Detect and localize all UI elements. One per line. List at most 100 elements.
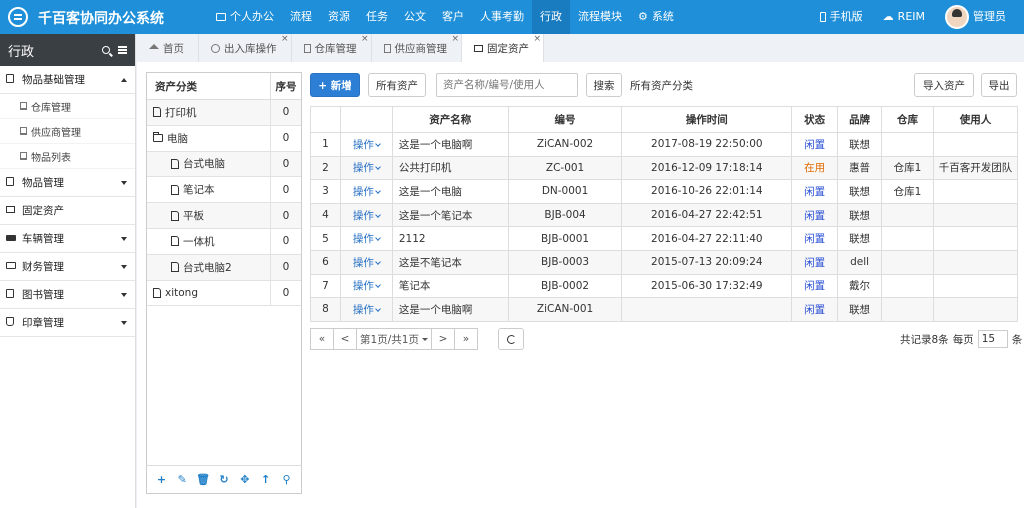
last-page-button[interactable]: » xyxy=(454,328,478,350)
nav-item-3[interactable]: 任务 xyxy=(358,0,396,34)
tab-2[interactable]: 仓库管理 × xyxy=(292,34,372,62)
reim-button[interactable]: ☁ REIM xyxy=(873,0,935,34)
status-badge: 闲置 xyxy=(791,132,839,157)
column-header-2: 资产名称 xyxy=(391,106,509,133)
nav-item-4[interactable]: 公文 xyxy=(396,0,434,34)
tree-row[interactable]: 一体机 0 xyxy=(147,228,301,255)
sidebar-item-0-0[interactable]: 仓库管理 xyxy=(0,94,135,119)
tree-header-name: 资产分类 xyxy=(147,73,271,99)
tree-row[interactable]: 打印机 0 xyxy=(147,100,301,126)
table-row: 2 操作 公共打印机 ZC-001 2016-12-09 17:18:14 在用 惠普 仓库1… xyxy=(310,155,1019,181)
search-input[interactable] xyxy=(436,73,578,97)
main-content: 资产分类 序号 打印机 0 电脑 0 台式电脑 0 笔记本 0 平板 0 一体机 0 台式电脑2 0 xit… xyxy=(137,62,1024,508)
operation-dropdown[interactable]: 操作 xyxy=(353,139,381,151)
nav-item-9[interactable]: ⚙ 系统 xyxy=(630,0,682,34)
bookmark-icon xyxy=(20,127,27,135)
sidebar-group-4[interactable]: 财务管理 xyxy=(0,253,135,281)
status-badge: 闲置 xyxy=(791,273,839,299)
operation-label: 操作 xyxy=(352,280,374,293)
nav-item-1[interactable]: 流程 xyxy=(282,0,320,34)
operation-dropdown[interactable]: 操作 xyxy=(353,162,381,174)
refresh-button[interactable] xyxy=(498,328,524,350)
move-icon[interactable]: ✥ xyxy=(238,473,252,486)
sidebar-group-label: 固定资产 xyxy=(22,205,64,217)
app-title: 千百客协同办公系统 xyxy=(38,11,164,27)
delete-icon[interactable]: 🗑 xyxy=(196,473,210,486)
user-name: 管理员 xyxy=(973,10,1006,23)
tree-row[interactable]: 电脑 0 xyxy=(147,125,301,152)
tree-row[interactable]: 台式电脑2 0 xyxy=(147,254,301,281)
tab-3[interactable]: 供应商管理 × xyxy=(372,34,462,62)
first-page-button[interactable]: « xyxy=(310,328,334,350)
tab-label: 出入库操作 xyxy=(224,42,277,55)
search-icon[interactable] xyxy=(102,46,110,54)
tree-row[interactable]: 平板 0 xyxy=(147,203,301,229)
sidebar-group-2[interactable]: 固定资产 xyxy=(0,197,135,225)
sidebar-item-0-1[interactable]: 供应商管理 xyxy=(0,119,135,144)
row-number: 4 xyxy=(310,202,341,228)
refresh-icon[interactable]: ↻ xyxy=(217,473,231,486)
nav-item-0[interactable]: 个人办公 xyxy=(208,0,282,34)
operation-dropdown[interactable]: 操作 xyxy=(353,304,381,316)
tab-1[interactable]: 出入库操作 × xyxy=(199,34,292,62)
export-button[interactable]: 导出 xyxy=(981,73,1017,97)
add-asset-button[interactable]: + 新增 xyxy=(310,73,360,97)
nav-item-8[interactable]: 流程模块 xyxy=(570,0,630,34)
next-page-button[interactable]: > xyxy=(431,328,455,350)
tree-row[interactable]: xitong 0 xyxy=(147,280,301,307)
nav-item-5[interactable]: 客户 xyxy=(434,0,472,34)
sidebar-group-0[interactable]: 物品基础管理 xyxy=(0,66,135,94)
operation-dropdown[interactable]: 操作 xyxy=(353,210,381,222)
close-icon[interactable]: × xyxy=(281,34,289,44)
asset-name: 这是一个笔记本 xyxy=(391,202,509,228)
chevron-down-icon xyxy=(375,211,381,218)
search-button[interactable]: 搜索 xyxy=(586,73,622,97)
sidebar-group-5[interactable]: 图书管理 xyxy=(0,281,135,309)
search-icon[interactable]: ⚲ xyxy=(279,473,293,486)
tree-row[interactable]: 笔记本 0 xyxy=(147,177,301,204)
operation-dropdown[interactable]: 操作 xyxy=(353,233,381,245)
stamp-icon xyxy=(6,316,16,329)
nav-item-7[interactable]: 行政 xyxy=(532,0,570,34)
edit-icon[interactable]: ✎ xyxy=(175,473,189,486)
sidebar-group-label: 财务管理 xyxy=(22,261,64,273)
caret-down-icon xyxy=(421,337,428,341)
operation-dropdown[interactable]: 操作 xyxy=(353,186,381,198)
close-icon[interactable]: × xyxy=(361,34,369,44)
sidebar-group-1[interactable]: 物品管理 xyxy=(0,169,135,197)
user-menu[interactable]: 管理员 xyxy=(935,0,1016,34)
menu-icon[interactable] xyxy=(118,49,127,51)
bookmark-icon xyxy=(20,152,27,160)
mobile-icon xyxy=(819,12,826,22)
page-size-input[interactable]: 15 xyxy=(977,330,1008,348)
asset-code: DN-0001 xyxy=(507,179,623,204)
close-icon[interactable]: × xyxy=(451,34,459,44)
page-select[interactable]: 第1页/共1页 xyxy=(356,328,432,350)
sidebar-group-6[interactable]: 印章管理 xyxy=(0,309,135,337)
column-header-8: 使用人 xyxy=(932,106,1019,133)
asset-code: ZiCAN-001 xyxy=(507,297,623,322)
column-header-7: 仓库 xyxy=(881,106,934,133)
bookmark-icon xyxy=(303,43,311,53)
sidebar-group-3[interactable]: 车辆管理 xyxy=(0,225,135,253)
operation-dropdown[interactable]: 操作 xyxy=(352,280,381,293)
all-assets-button[interactable]: 所有资产 xyxy=(368,73,426,97)
tab-4[interactable]: 固定资产 × xyxy=(462,34,544,62)
nav-item-6[interactable]: 人事考勤 xyxy=(472,0,532,34)
import-button[interactable]: 导入资产 xyxy=(914,73,974,97)
asset-code: BJB-004 xyxy=(507,202,623,228)
asset-code: ZiCAN-002 xyxy=(507,132,623,157)
operation-dropdown[interactable]: 操作 xyxy=(353,257,381,269)
sidebar-item-0-2[interactable]: 物品列表 xyxy=(0,144,135,169)
up-icon[interactable]: ↑ xyxy=(259,473,273,486)
tab-0[interactable]: 首页 xyxy=(137,34,199,62)
top-bar: 千百客协同办公系统 个人办公 流程 资源 任务 公文 客户 人事考勤 行政 流程模块 ⚙ 系统 手机… xyxy=(0,0,1024,34)
avatar xyxy=(945,5,969,29)
mobile-button[interactable]: 手机版 xyxy=(810,0,873,34)
nav-item-2[interactable]: 资源 xyxy=(320,0,358,34)
prev-page-button[interactable]: < xyxy=(333,328,357,350)
add-icon[interactable]: + xyxy=(154,473,168,486)
close-icon[interactable]: × xyxy=(533,34,541,44)
tree-header: 资产分类 序号 xyxy=(147,73,301,100)
tree-row[interactable]: 台式电脑 0 xyxy=(147,151,301,178)
